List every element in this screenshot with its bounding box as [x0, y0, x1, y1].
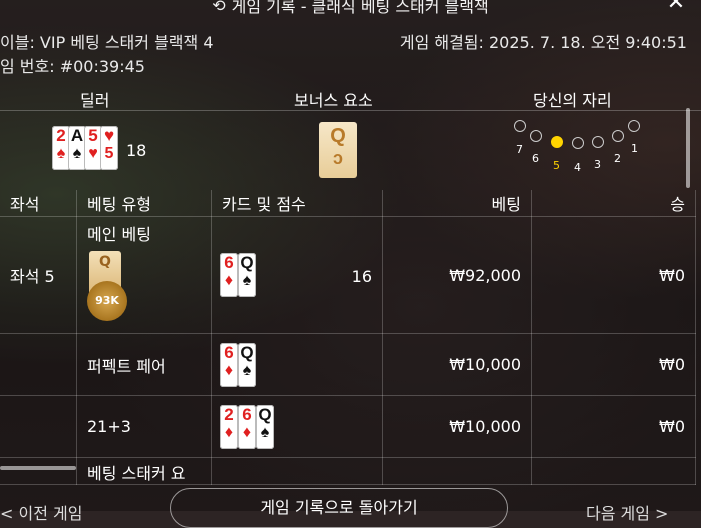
seat-2-label: 2 [614, 152, 621, 165]
vertical-scrollbar[interactable] [686, 108, 690, 188]
seat-3-label: 3 [594, 158, 601, 171]
seat-5-dot [551, 136, 563, 148]
history-icon: ⟲ [212, 0, 226, 15]
next-game-link[interactable]: 다음 게임 > [586, 500, 668, 524]
seat-4-dot [572, 137, 584, 149]
cards-cell: 2 ♦ 6 ♦ Q ♠ [211, 395, 383, 458]
bet-stacker-chip: Q 93K [87, 251, 127, 326]
dealer-header: 딜러 [80, 91, 110, 110]
win-amount: ₩0 [531, 395, 696, 458]
hand-card: 6 ♦ [220, 253, 238, 297]
seat-5-label: 5 [553, 159, 560, 172]
hand-card: Q ♠ [256, 405, 274, 449]
win-amount: ₩0 [531, 216, 696, 334]
table-row: 베팅 스태커 요 [0, 457, 696, 485]
seat-cell [0, 333, 77, 396]
bet-amount [382, 457, 532, 485]
dealer-card-4: ♥ 5 [100, 126, 118, 170]
seat-6-dot [530, 130, 542, 142]
cards-cell [211, 457, 383, 485]
summary-header-row: 딜러 보너스 요소 당신의 자리 [0, 82, 701, 111]
seat-cell: 좌석 5 [0, 216, 77, 334]
bet-type-label: 21+3 [76, 395, 212, 458]
back-to-history-button[interactable]: 게임 기록으로 돌아가기 [170, 488, 508, 528]
prev-game-link[interactable]: < 이전 게임 [0, 500, 82, 524]
bet-type-label: 베팅 스태커 요 [76, 457, 212, 485]
col-seat: 좌석 [0, 190, 77, 217]
col-cards-score: 카드 및 점수 [211, 190, 383, 217]
chip-amount: 93K [87, 281, 127, 321]
table-header-row: 좌석 베팅 유형 카드 및 점수 베팅 승 [0, 190, 696, 217]
seat-cell [0, 395, 77, 458]
hand-card: 6 ♦ [238, 405, 256, 449]
win-amount: ₩0 [531, 333, 696, 396]
seat-4-label: 4 [574, 161, 581, 174]
seat-1-label: 1 [631, 142, 638, 155]
seat-cell [0, 457, 77, 485]
col-bet: 베팅 [382, 190, 532, 217]
seat-1-dot [628, 120, 640, 132]
hand-card: Q ♠ [238, 253, 256, 297]
seat-3-dot [592, 136, 604, 148]
bet-detail-table: 좌석 베팅 유형 카드 및 점수 베팅 승 좌석 5 메인 베팅 6 ♦ Q ♠ 1… [0, 190, 696, 485]
game-number: 임 번호: #00:39:45 [0, 57, 145, 76]
table-row: 퍼펙트 페어 6 ♦ Q ♠ ₩10,000 ₩0 [0, 333, 696, 396]
hand-card: Q ♠ [238, 343, 256, 387]
resolved-time: 게임 해결됨: 2025. 7. 18. 오전 9:40:51 [399, 33, 687, 52]
horizontal-scrollbar[interactable] [0, 466, 76, 470]
seat-2-dot [612, 130, 624, 142]
cards-cell: 6 ♦ Q ♠ 16 [211, 216, 383, 334]
seat-header: 당신의 자리 [533, 91, 612, 110]
bet-amount: ₩10,000 [382, 395, 532, 458]
seat-7-label: 7 [516, 143, 523, 156]
hand-card: 6 ♦ [220, 343, 238, 387]
table-row: 21+3 2 ♦ 6 ♦ Q ♠ ₩10,000 ₩0 [0, 395, 696, 458]
bet-type-label: 메인 베팅 [87, 225, 151, 244]
bonus-header: 보너스 요소 [294, 91, 373, 110]
bet-amount: ₩10,000 [382, 333, 532, 396]
col-bet-type: 베팅 유형 [76, 190, 212, 217]
win-amount [531, 457, 696, 485]
dealer-score: 18 [126, 141, 147, 160]
seat-6-label: 6 [532, 152, 539, 165]
table-label: 이블: VIP 베팅 스태커 블랙잭 4 [0, 33, 214, 52]
bet-type-label: 퍼펙트 페어 [76, 333, 212, 396]
bonus-card: Q ↄ [319, 122, 357, 178]
close-icon[interactable]: ✕ [665, 0, 687, 15]
col-win: 승 [531, 190, 696, 217]
bet-amount: ₩92,000 [382, 216, 532, 334]
hand-score: 16 [351, 267, 372, 286]
title-bar: ⟲ 게임 기록 - 클래식 베팅 스태커 블랙잭 [0, 0, 701, 18]
hand-card: 2 ♦ [220, 405, 238, 449]
game-history-panel: ⟲ 게임 기록 - 클래식 베팅 스태커 블랙잭 ✕ 이블: VIP 베팅 스태… [0, 0, 701, 528]
seat-7-dot [514, 120, 526, 132]
window-title: 게임 기록 - 클래식 베팅 스태커 블랙잭 [231, 0, 489, 16]
cards-cell: 6 ♦ Q ♠ [211, 333, 383, 396]
